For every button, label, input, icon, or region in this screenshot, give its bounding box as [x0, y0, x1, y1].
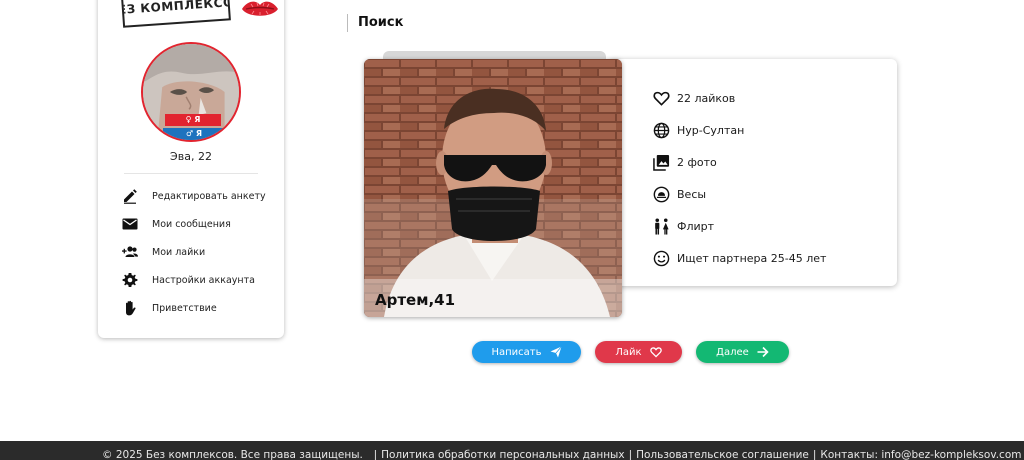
- sidebar-item-likes[interactable]: Мои лайки: [122, 238, 282, 266]
- info-seeking: Ищет партнера 25-45 лет: [653, 242, 893, 274]
- next-button[interactable]: Далее: [696, 341, 789, 363]
- candidate-photo[interactable]: Артем,41: [364, 59, 622, 317]
- user-name: Эва, 22: [170, 150, 212, 163]
- footer: © 2025 Без комплексов. Все права защищен…: [0, 441, 1024, 460]
- candidate-name: Артем,41: [375, 291, 456, 309]
- footer-separator: |: [812, 449, 817, 460]
- write-button[interactable]: Написать: [472, 341, 581, 363]
- info-text: Весы: [677, 187, 707, 201]
- heart-outline-icon: [649, 347, 662, 358]
- zodiac-icon: [653, 186, 670, 202]
- envelope-icon: [122, 218, 138, 230]
- footer-separator: |: [628, 449, 633, 460]
- candidate-info-list: 22 лайков Нур-Султан 2 фото Весы Флирт И…: [653, 82, 893, 274]
- logo[interactable]: БЕЗ КОМПЛЕКСОВ: [120, 0, 278, 30]
- badge-boy: ♂ Я МУЖЧИНА: [163, 128, 225, 140]
- sidebar-item-label: Мои лайки: [152, 246, 206, 258]
- hand-icon: [126, 300, 136, 316]
- footer-terms-link[interactable]: Пользовательское соглашение: [636, 449, 809, 460]
- info-goal: Флирт: [653, 210, 893, 242]
- like-button[interactable]: Лайк: [595, 341, 682, 363]
- group-add-icon: [122, 246, 138, 257]
- sidebar-item-messages[interactable]: Мои сообщения: [122, 210, 282, 238]
- lips-icon: [242, 1, 278, 16]
- sidebar: БЕЗ КОМПЛЕКСОВ ♀ Я ДЕВУШКА ♂ Я МУЖЧИНА Э…: [98, 0, 284, 338]
- sidebar-item-label: Приветствие: [152, 302, 217, 314]
- footer-contacts-link[interactable]: Контакты: info@bez-kompleksov.com: [820, 449, 1021, 460]
- info-photos: 2 фото: [653, 146, 893, 178]
- page-title: Поиск: [347, 14, 403, 32]
- footer-copyright: © 2025 Без комплексов. Все права защищен…: [102, 449, 363, 460]
- info-text: Флирт: [677, 219, 715, 233]
- heart-icon: [653, 91, 670, 106]
- globe-icon: [653, 122, 670, 138]
- photos-icon: [653, 154, 670, 171]
- smile-icon: [653, 250, 670, 266]
- send-icon: [550, 346, 562, 358]
- divider: [124, 173, 258, 174]
- sidebar-item-label: Мои сообщения: [152, 218, 231, 230]
- page: БЕЗ КОМПЛЕКСОВ ♀ Я ДЕВУШКА ♂ Я МУЖЧИНА Э…: [0, 0, 1024, 460]
- sidebar-item-greeting[interactable]: Приветствие: [122, 294, 282, 322]
- info-likes: 22 лайков: [653, 82, 893, 114]
- footer-separator: |: [366, 449, 378, 460]
- pencil-icon: [124, 189, 137, 204]
- info-city: Нур-Султан: [653, 114, 893, 146]
- sidebar-item-label: Настройки аккаунта: [152, 274, 255, 286]
- footer-links: © 2025 Без комплексов. Все права защищен…: [102, 449, 1021, 460]
- candidate-photo-image: [364, 59, 622, 317]
- like-button-label: Лайк: [615, 346, 642, 358]
- sidebar-item-edit-profile[interactable]: Редактировать анкету: [122, 182, 282, 210]
- info-text: Ищет партнера 25-45 лет: [677, 251, 827, 265]
- footer-privacy-link[interactable]: Политика обработки персональных данных: [381, 449, 624, 460]
- logo-stamp: БЕЗ КОМПЛЕКСОВ: [121, 0, 231, 28]
- info-zodiac: Весы: [653, 178, 893, 210]
- gear-icon: [122, 273, 138, 287]
- next-button-label: Далее: [716, 346, 749, 358]
- avatar[interactable]: ♀ Я ДЕВУШКА ♂ Я МУЖЧИНА: [141, 42, 241, 142]
- badge-girl: ♀ Я ДЕВУШКА: [165, 114, 221, 136]
- info-text: 2 фото: [677, 155, 717, 169]
- info-text: Нур-Султан: [677, 123, 745, 137]
- logo-text: БЕЗ КОМПЛЕКСОВ: [121, 0, 231, 18]
- write-button-label: Написать: [491, 346, 542, 358]
- info-text: 22 лайков: [677, 91, 736, 105]
- couple-icon: [655, 217, 669, 235]
- sidebar-item-label: Редактировать анкету: [152, 190, 266, 202]
- arrow-right-icon: [757, 346, 769, 358]
- sidebar-item-settings[interactable]: Настройки аккаунта: [122, 266, 282, 294]
- sidebar-menu: Редактировать анкету Мои сообщения Мои л…: [122, 182, 282, 322]
